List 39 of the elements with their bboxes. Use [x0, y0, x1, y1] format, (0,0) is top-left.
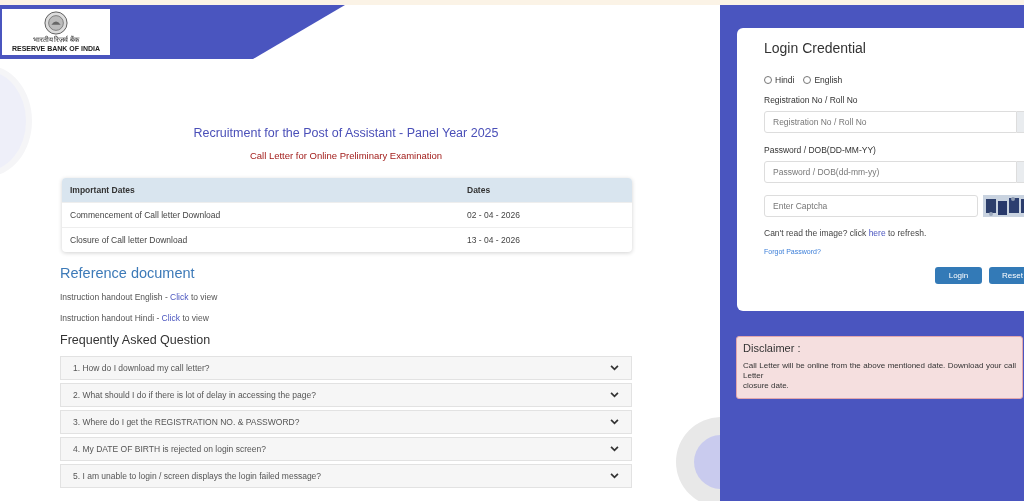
chevron-down-icon	[610, 365, 619, 371]
table-cell-text: 13 - 04 - 2026	[467, 235, 521, 245]
table-cell-text: Closure of Call letter Download	[69, 235, 189, 245]
input-field[interactable]: Password / DOB(dd-mm-yy)	[764, 161, 1017, 183]
form-button[interactable]: Login	[935, 267, 982, 284]
instruction-text: Instruction handout Hindi - Click to view	[60, 313, 210, 323]
input-field[interactable]: Registration No / Roll No	[764, 111, 1017, 133]
faq-item[interactable]: 2. What should I do if there is lot of delay in accessing the page?	[60, 383, 632, 407]
instruction-text: Instruction handout English - Click to view	[60, 292, 219, 302]
chevron-down-icon	[610, 446, 619, 452]
field-label: Password / DOB(DD-MM-YY)	[764, 145, 877, 155]
captcha-field[interactable]: Enter Captcha	[764, 195, 978, 217]
faq-item[interactable]: 1. How do I download my call letter?	[60, 356, 632, 380]
refresh-text: Can't read the image? click here to refresh.	[764, 228, 928, 238]
chevron-down-icon	[610, 473, 619, 479]
chevron-down-icon	[610, 419, 619, 425]
table-cell-text: 02 - 04 - 2026	[467, 210, 521, 220]
column-header: Dates	[467, 185, 492, 195]
emblem-icon	[44, 11, 68, 35]
disclaimer-text: closure date.	[743, 381, 790, 391]
table-cell-text: Commencement of Call letter Download	[69, 210, 222, 220]
faq-item[interactable]: 5. I am unable to login / screen displays the login failed message?	[60, 464, 632, 488]
language-radio[interactable]: English	[803, 75, 843, 85]
form-button[interactable]: Reset	[989, 267, 1024, 284]
page-subtitle: Call Letter for Online Preliminary Examination	[248, 150, 444, 161]
page-title: Recruitment for the Post of Assistant - Panel Year 2025	[192, 125, 500, 141]
faq-item[interactable]: 3. Where do I get the REGISTRATION NO. & PASSWORD?	[60, 410, 632, 434]
language-radio[interactable]: Hindi	[764, 75, 795, 85]
faq-item[interactable]: 4. My DATE OF BIRTH is rejected on login screen?	[60, 437, 632, 461]
view-link[interactable]: Click	[161, 313, 180, 323]
view-link[interactable]: Click	[170, 292, 189, 302]
field-label: Registration No / Roll No	[764, 95, 859, 105]
section-heading: Reference document	[60, 265, 196, 281]
chevron-down-icon	[610, 392, 619, 398]
refresh-link[interactable]: here	[868, 228, 886, 238]
column-header: Important Dates	[69, 185, 136, 195]
disclaimer-title: Disclaimer :	[743, 342, 802, 354]
login-title: Login Credential	[764, 40, 867, 56]
section-heading: Frequently Asked Question	[60, 333, 212, 347]
